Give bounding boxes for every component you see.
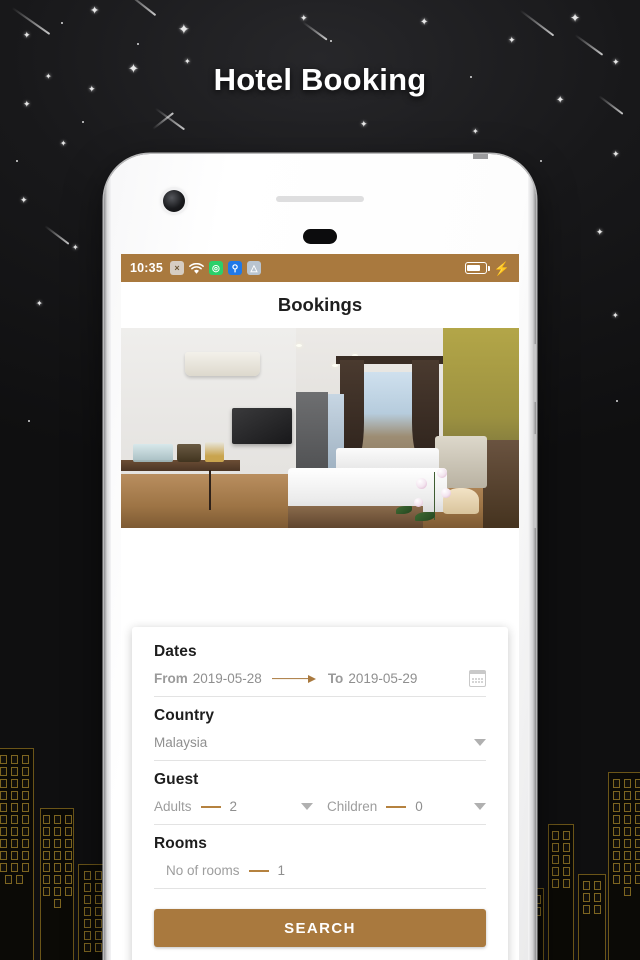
image-door [296,392,328,476]
country-section-label: Country [154,707,215,724]
star-sparkle: ✦ [23,30,31,40]
star-sparkle: ✦ [570,11,581,25]
image-plant [204,442,225,462]
image-air-conditioner [184,352,261,376]
star-dot [28,420,30,422]
recorder-icon: ◎ [208,261,223,275]
image-water-bottles [132,444,173,462]
children-group[interactable]: Children 0 [327,799,486,814]
front-camera-icon [163,190,185,212]
star-dot [16,160,18,162]
hotel-room-image [121,328,519,528]
guest-field-row[interactable]: Adults 2 Children 0 [154,789,486,825]
rooms-field-row[interactable]: No of rooms 1 [154,853,486,889]
dates-section-label: Dates [154,643,197,660]
star-sparkle: ✦ [420,17,429,28]
from-label: From [154,671,188,686]
star-sparkle: ✦ [20,195,28,205]
booking-form-card: Dates From 2019-05-28 To 2019-05-29 Coun… [132,627,508,960]
antenna-nub [473,154,488,159]
rooms-value[interactable]: 1 [278,863,286,878]
dates-field-row[interactable]: From 2019-05-28 To 2019-05-29 [154,661,487,697]
dates-section: Dates From 2019-05-28 To 2019-05-29 [154,643,487,697]
wifi-icon [189,261,204,275]
rooms-separator [248,869,269,872]
search-button[interactable]: SEARCH [154,909,486,947]
status-bar: 10:35 × ◎ ⚲ △ ⚡ [121,254,519,282]
app-bar: Bookings [121,282,519,328]
star-sparkle: ✦ [612,149,620,159]
scene-root: ✦ ✦ ✦ ✦ ✦ ✦ ✦ ✦ ✦ ✦ ✦ ✦ ✦ ✦ ✦ ✦ ✦ ✦ ✦ ✦ … [0,0,640,960]
star-sparkle: ✦ [508,35,516,45]
country-section: Country Malaysia [154,707,486,761]
earpiece-speaker [276,196,364,202]
drive-icon: △ [246,261,261,275]
star-sparkle: ✦ [178,21,190,37]
adults-chevron-down-icon[interactable] [301,803,313,810]
battery-fill [467,265,481,271]
phone-screen: 10:35 × ◎ ⚲ △ ⚡ Bookings Dates From 2019… [121,254,519,960]
image-downlight [331,364,338,367]
sensor-pill [303,229,337,244]
rooms-section: Rooms No of rooms 1 [154,835,486,889]
app-bar-title: Bookings [277,294,363,315]
from-date-value[interactable]: 2019-05-28 [193,671,262,686]
rooms-section-label: Rooms [154,835,208,852]
star-sparkle: ✦ [596,227,604,237]
adults-value[interactable]: 2 [230,799,238,814]
to-date-value[interactable]: 2019-05-29 [348,671,417,686]
children-value[interactable]: 0 [415,799,423,814]
image-desk-leg [208,470,211,510]
star-sparkle: ✦ [60,139,67,148]
children-separator [386,805,407,808]
screenshot-icon: × [169,261,184,275]
charging-bolt-icon: ⚡ [493,260,510,276]
star-dot [61,22,63,24]
phone-mockup: 10:35 × ◎ ⚲ △ ⚡ Bookings Dates From 2019… [104,154,536,960]
children-label: Children [327,799,378,814]
star-sparkle: ✦ [36,299,43,308]
star-dot [540,160,542,162]
star-dot [330,40,332,42]
country-value[interactable]: Malaysia [154,735,207,750]
star-sparkle: ✦ [360,119,368,129]
rooms-label: No of rooms [166,863,240,878]
page-title: Hotel Booking [213,62,427,97]
star-dot [616,400,618,402]
star-dot [137,43,139,45]
adults-separator [200,805,221,808]
power-button[interactable] [533,434,536,528]
guest-section-label: Guest [154,771,199,788]
status-clock: 10:35 [130,261,163,275]
star-sparkle: ✦ [23,99,31,109]
chevron-down-icon[interactable] [474,739,486,746]
battery-icon [464,262,490,274]
star-sparkle: ✦ [90,5,100,17]
calendar-icon[interactable] [468,670,487,687]
star-sparkle: ✦ [612,311,619,320]
image-wardrobe [483,440,519,528]
star-sparkle: ✦ [472,127,479,136]
image-television [232,408,293,444]
adults-group[interactable]: Adults 2 [154,799,313,814]
star-dot [82,121,84,123]
volume-button[interactable] [533,344,536,402]
country-field-row[interactable]: Malaysia [154,725,486,761]
star-sparkle: ✦ [72,243,79,252]
to-label: To [327,671,344,686]
date-range-arrow-icon [271,673,318,685]
location-icon: ⚲ [227,261,242,275]
image-kettle [176,444,201,462]
adults-label: Adults [154,799,192,814]
guest-section: Guest Adults 2 Children 0 [154,771,486,825]
children-chevron-down-icon[interactable] [474,803,486,810]
